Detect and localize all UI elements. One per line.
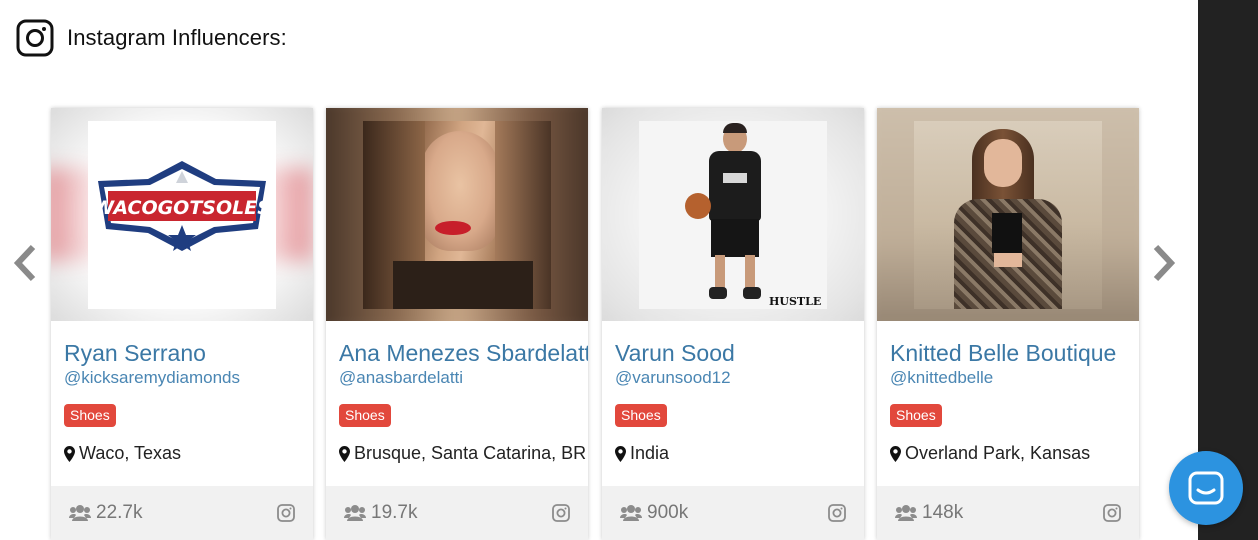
wacogotsoles-logo: WACOGOTSOLES [93,161,271,251]
fashion-photo [914,121,1102,309]
users-icon [895,505,917,521]
location-text: Overland Park, Kansas [905,443,1091,463]
svg-text:WACOGOTSOLES: WACOGOTSOLES [93,197,271,219]
image-caption: HUSTLE [769,295,822,308]
map-pin-icon [890,445,901,462]
chevron-right-icon [1153,244,1176,282]
influencer-handle[interactable]: @kicksaremydiamonds [64,368,313,388]
chevron-left-icon [13,244,36,282]
follower-count: 19.7k [371,502,418,523]
influencer-image [326,108,588,321]
location: India [615,443,864,464]
instagram-icon[interactable] [277,504,295,522]
location: Brusque, Santa Catarina, BR [339,443,588,464]
portrait-photo [363,121,551,309]
chat-icon [1188,471,1224,505]
users-icon [620,505,642,521]
card-footer: 19.7k [326,486,588,540]
location-text: Waco, Texas [79,443,182,463]
section-header: Instagram Influencers: [16,18,287,58]
instagram-icon [16,19,54,57]
influencer-card[interactable]: Ana Menezes Sbardelatti @anasbardelatti … [326,108,588,540]
instagram-icon[interactable] [828,504,846,522]
carousel-prev-button[interactable] [10,240,40,286]
follower-count: 900k [647,502,689,523]
influencer-image: HUSTLE [602,108,864,321]
category-tag[interactable]: Shoes [64,404,116,427]
influencer-handle[interactable]: @knittedbelle [890,368,1139,388]
location: Overland Park, Kansas [890,443,1139,464]
users-icon [344,505,366,521]
location-text: India [630,443,670,463]
category-tag[interactable]: Shoes [339,404,391,427]
category-tag[interactable]: Shoes [615,404,667,427]
instagram-icon[interactable] [1103,504,1121,522]
basketball-player-photo: HUSTLE [639,121,827,309]
category-tag[interactable]: Shoes [890,404,942,427]
influencer-card[interactable]: HUSTLE Varun Sood @varunsood12 Shoes Ind… [602,108,864,540]
influencer-handle[interactable]: @varunsood12 [615,368,864,388]
card-footer: 900k [602,486,864,540]
influencer-name[interactable]: Ana Menezes Sbardelatti [339,339,588,367]
influencer-name[interactable]: Varun Sood [615,339,864,367]
chat-launcher-button[interactable] [1169,451,1243,525]
section-title: Instagram Influencers: [67,25,287,50]
influencer-image: WACOGOTSOLES [51,108,313,321]
follower-count: 22.7k [96,502,143,523]
map-pin-icon [64,445,75,462]
influencer-image [877,108,1139,321]
influencer-name[interactable]: Knitted Belle Boutique [890,339,1139,367]
influencer-name[interactable]: Ryan Serrano [64,339,313,367]
map-pin-icon [339,445,350,462]
location-text: Brusque, Santa Catarina, BR [354,443,587,463]
follower-count: 148k [922,502,964,523]
location: Waco, Texas [64,443,313,464]
card-footer: 22.7k [51,486,313,540]
carousel-next-button[interactable] [1149,240,1179,286]
influencer-handle[interactable]: @anasbardelatti [339,368,588,388]
users-icon [69,505,91,521]
card-footer: 148k [877,486,1139,540]
influencer-card[interactable]: WACOGOTSOLES Ryan Serrano @kicksaremydia… [51,108,313,540]
influencer-card[interactable]: Knitted Belle Boutique @knittedbelle Sho… [877,108,1139,540]
instagram-icon[interactable] [552,504,570,522]
map-pin-icon [615,445,626,462]
